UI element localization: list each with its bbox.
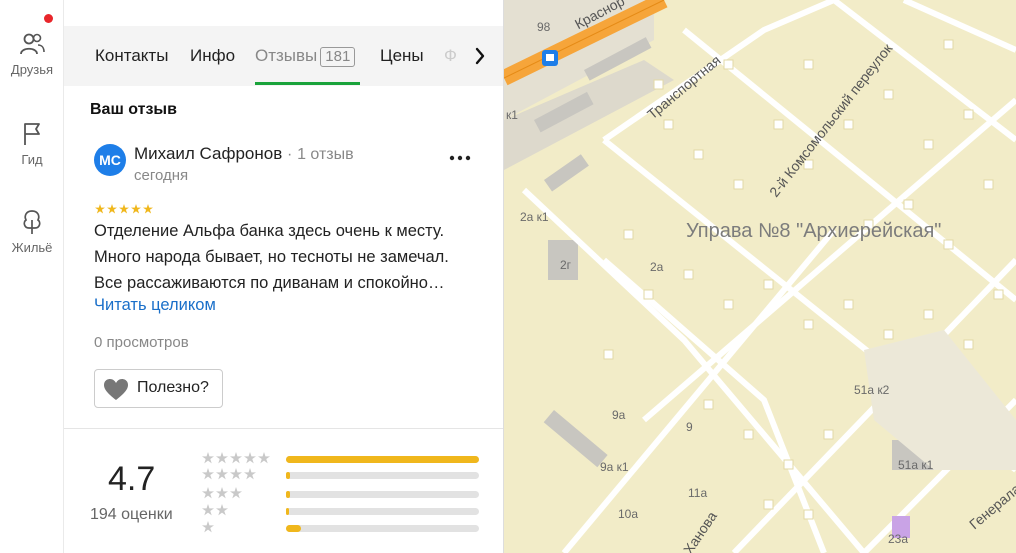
place-panel: Контакты Инфо Отзывы 181 Цены Ф Ваш отзыв… [64, 0, 504, 553]
heart-icon [104, 379, 128, 400]
review-views: 0 просмотров [94, 334, 189, 351]
active-tab-indicator [255, 82, 360, 85]
read-more-link[interactable]: Читать целиком [94, 296, 216, 315]
useful-label: Полезно? [137, 379, 209, 396]
house-number: 10а [618, 507, 639, 521]
star-icon [216, 487, 228, 499]
overall-rating: 4.7 [108, 460, 156, 498]
house-number: 9а к1 [600, 460, 629, 474]
sidebar-item-friends[interactable]: Друзья [0, 30, 64, 77]
star-icon [230, 487, 242, 499]
tab-reviews[interactable]: Отзывы 181 [255, 46, 356, 67]
rating-bar-fill [286, 472, 290, 479]
sidebar-item-guide[interactable]: Гид [0, 120, 64, 167]
star-icon [230, 452, 242, 464]
rating-bar-track [286, 456, 479, 463]
flag-icon [24, 123, 40, 145]
rating-bar-track [286, 525, 479, 532]
rating-bar-fill [286, 491, 290, 498]
star-icon [216, 504, 228, 516]
star-icon [202, 487, 214, 499]
star-icon [230, 468, 242, 480]
ratings-count: 194 оценки [90, 506, 173, 523]
rating-row-stars [202, 503, 230, 517]
star-icon [107, 204, 117, 214]
house-number: 2а к1 [520, 210, 549, 224]
star-icon [202, 504, 214, 516]
tab-info[interactable]: Инфо [190, 46, 235, 66]
map[interactable]: Краснор Транспортная 2-й Комсомольский п… [504, 0, 1016, 553]
star-icon [244, 452, 256, 464]
district-label: Управа №8 "Архиерейская" [686, 220, 942, 242]
sidebar-item-label: Гид [21, 152, 43, 167]
house-number: 98 [537, 20, 551, 34]
more-options-icon[interactable] [448, 148, 472, 168]
rating-row-stars [202, 467, 258, 481]
rating-bar-fill [286, 525, 301, 532]
star-icon [244, 468, 256, 480]
sidebar-item-label: Друзья [10, 62, 54, 77]
rating-bar-fill [286, 508, 289, 515]
tab-contacts[interactable]: Контакты [95, 46, 168, 66]
house-number: 9а [612, 408, 626, 422]
house-number: 51а к1 [898, 458, 934, 472]
rating-row-4 [202, 467, 482, 481]
rating-row-3 [202, 486, 482, 500]
star-icon [202, 521, 214, 533]
tab-faded[interactable]: Ф [444, 46, 457, 66]
house-number: к1 [506, 108, 518, 122]
notification-dot [44, 14, 53, 23]
chevron-right-icon[interactable] [468, 42, 492, 70]
house-number: 2а [650, 260, 664, 274]
review-rating [95, 201, 155, 214]
rating-bar-fill [286, 456, 479, 463]
house-number: 11а [688, 486, 708, 500]
map-canvas [504, 0, 1016, 553]
author-name[interactable]: Михаил Сафронов [134, 144, 282, 163]
left-rail: Друзья Гид Жильё [0, 0, 64, 553]
house-number: 9 [686, 420, 693, 434]
reviews-count-badge: 181 [320, 47, 356, 67]
rating-row-1 [202, 520, 482, 534]
review-author[interactable]: Михаил Сафронов · 1 отзыв [134, 144, 354, 164]
panel-top [64, 0, 503, 26]
star-icon [202, 452, 214, 464]
star-icon [258, 452, 270, 464]
avatar[interactable]: МС [94, 144, 126, 176]
sidebar-item-housing[interactable]: Жильё [0, 208, 64, 255]
star-icon [131, 204, 141, 214]
useful-button[interactable]: Полезно? [94, 369, 223, 408]
review-text: Отделение Альфа банка здесь очень к мест… [94, 222, 449, 292]
house-number: 2г [560, 258, 572, 272]
star-icon [119, 204, 129, 214]
tab-reviews-label: Отзывы [255, 46, 318, 65]
house-number: 51а к2 [854, 383, 890, 397]
author-review-count: 1 отзыв [297, 146, 354, 163]
rating-bar-track [286, 508, 479, 515]
section-title: Ваш отзыв [90, 101, 177, 118]
friends-icon [20, 33, 45, 55]
rating-row-stars [202, 520, 216, 534]
rating-row-2 [202, 503, 482, 517]
divider [64, 428, 503, 429]
house-number: 23а [888, 532, 909, 546]
tab-bar: Контакты Инфо Отзывы 181 Цены Ф [64, 26, 503, 86]
rating-row-stars [202, 451, 272, 465]
star-icon [95, 204, 105, 214]
rating-bar-track [286, 472, 479, 479]
rating-bar-track [286, 491, 479, 498]
tab-prices[interactable]: Цены [380, 46, 424, 66]
star-icon [202, 468, 214, 480]
rating-row-stars [202, 486, 244, 500]
star-icon [143, 204, 153, 214]
review-date: сегодня [134, 167, 189, 184]
star-icon [216, 452, 228, 464]
tree-house-icon [23, 210, 41, 234]
sidebar-item-label: Жильё [11, 240, 53, 255]
star-icon [216, 468, 228, 480]
rating-row-5 [202, 451, 482, 465]
